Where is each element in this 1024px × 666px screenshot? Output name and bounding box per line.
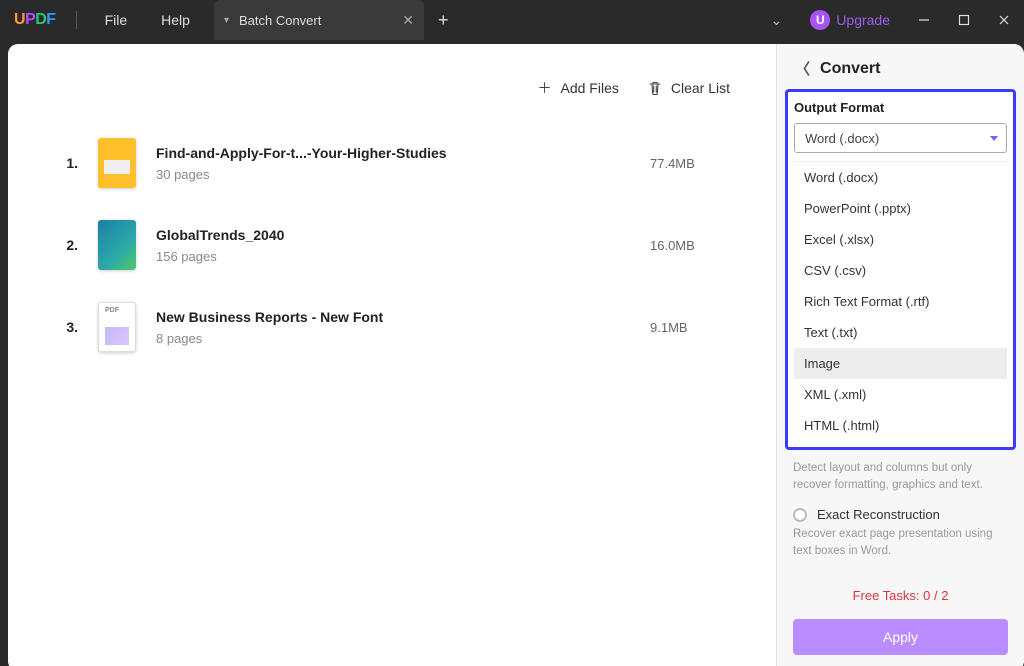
file-info: GlobalTrends_2040 156 pages [156, 227, 630, 264]
logo-letter: F [46, 11, 55, 29]
logo-letter: D [35, 11, 46, 29]
radio-label: Exact Reconstruction [817, 507, 940, 522]
exact-reconstruction-option[interactable]: Exact Reconstruction [777, 493, 1024, 526]
file-thumbnail [98, 302, 136, 352]
file-pages: 156 pages [156, 249, 630, 264]
output-format-select[interactable]: Word (.docx) [794, 123, 1007, 153]
app-logo: U P D F [0, 11, 70, 29]
tab-batch-convert[interactable]: ▾ Batch Convert ✕ [214, 0, 424, 40]
format-option[interactable]: XML (.xml) [794, 379, 1007, 410]
upgrade-button[interactable]: U Upgrade [810, 10, 890, 30]
format-option[interactable]: PowerPoint (.pptx) [794, 193, 1007, 224]
workarea: ＋ Add Files Clear List 1. Find-and-Appl [0, 40, 1024, 666]
plus-icon: ＋ [537, 80, 553, 96]
titlebar: U P D F File Help ▾ Batch Convert ✕ + ⌄ … [0, 0, 1024, 40]
row-index: 1. [60, 155, 78, 171]
format-option[interactable]: Rich Text Format (.rtf) [794, 286, 1007, 317]
file-size: 77.4MB [650, 156, 740, 171]
window-controls [904, 0, 1024, 40]
format-option[interactable]: Image [794, 348, 1007, 379]
file-info: Find-and-Apply-For-t...-Your-Higher-Stud… [156, 145, 630, 182]
file-name: Find-and-Apply-For-t...-Your-Higher-Stud… [156, 145, 630, 161]
menu-file[interactable]: File [105, 12, 128, 28]
format-option[interactable]: HTML (.html) [794, 410, 1007, 441]
selected-format: Word (.docx) [805, 131, 879, 146]
file-name: New Business Reports - New Font [156, 309, 630, 325]
file-name: GlobalTrends_2040 [156, 227, 630, 243]
apply-wrap: Apply [777, 603, 1024, 666]
file-size: 16.0MB [650, 238, 740, 253]
free-tasks-counter: Free Tasks: 0 / 2 [777, 560, 1024, 603]
upgrade-badge-icon: U [810, 10, 830, 30]
exact-reconstruction-description: Recover exact page presentation using te… [777, 526, 1024, 559]
chevron-down-icon[interactable]: ⌄ [771, 12, 783, 29]
logo-letter: U [14, 11, 25, 29]
separator [76, 11, 77, 29]
tab-title: Batch Convert [239, 13, 321, 28]
row-index: 3. [60, 319, 78, 335]
output-format-label: Output Format [794, 100, 1007, 123]
add-files-button[interactable]: ＋ Add Files [537, 80, 619, 96]
clear-list-button[interactable]: Clear List [647, 80, 730, 96]
output-format-box: Output Format Word (.docx) Word (.docx) … [785, 89, 1016, 450]
file-thumbnail [98, 138, 136, 188]
app-window: U P D F File Help ▾ Batch Convert ✕ + ⌄ … [0, 0, 1024, 666]
file-list-panel: ＋ Add Files Clear List 1. Find-and-Appl [8, 44, 776, 666]
clear-list-label: Clear List [671, 80, 730, 96]
file-row[interactable]: 1. Find-and-Apply-For-t...-Your-Higher-S… [60, 122, 740, 204]
format-dropdown-list: Word (.docx) PowerPoint (.pptx) Excel (.… [794, 161, 1007, 441]
file-pages: 30 pages [156, 167, 630, 182]
minimize-button[interactable] [904, 0, 944, 40]
new-tab-button[interactable]: + [438, 10, 449, 31]
file-row[interactable]: 3. New Business Reports - New Font 8 pag… [60, 286, 740, 368]
file-thumbnail [98, 220, 136, 270]
list-actions: ＋ Add Files Clear List [60, 62, 740, 122]
close-window-button[interactable] [984, 0, 1024, 40]
format-option[interactable]: Word (.docx) [794, 162, 1007, 193]
back-icon[interactable]: 〈 [795, 58, 810, 79]
add-files-label: Add Files [561, 80, 619, 96]
format-option[interactable]: Text (.txt) [794, 317, 1007, 348]
file-info: New Business Reports - New Font 8 pages [156, 309, 630, 346]
format-option[interactable]: Excel (.xlsx) [794, 224, 1007, 255]
convert-panel: 〈 Convert Output Format Word (.docx) Wor… [776, 44, 1024, 666]
logo-letter: P [25, 11, 35, 29]
file-row[interactable]: 2. GlobalTrends_2040 156 pages 16.0MB [60, 204, 740, 286]
trash-icon [647, 80, 663, 96]
menu-help[interactable]: Help [161, 12, 190, 28]
file-size: 9.1MB [650, 320, 740, 335]
apply-button[interactable]: Apply [793, 619, 1008, 655]
format-option[interactable]: CSV (.csv) [794, 255, 1007, 286]
layout-mode-description: Detect layout and columns but only recov… [777, 450, 1024, 493]
row-index: 2. [60, 237, 78, 253]
panel-title: Convert [820, 60, 880, 78]
close-tab-icon[interactable]: ✕ [402, 12, 414, 29]
panel-header: 〈 Convert [777, 44, 1024, 89]
chevron-down-icon[interactable]: ▾ [224, 15, 229, 26]
radio-icon[interactable] [793, 508, 807, 522]
content-card: ＋ Add Files Clear List 1. Find-and-Appl [8, 44, 1024, 666]
upgrade-label: Upgrade [836, 12, 890, 28]
file-pages: 8 pages [156, 331, 630, 346]
menubar: File Help [83, 12, 190, 28]
maximize-button[interactable] [944, 0, 984, 40]
